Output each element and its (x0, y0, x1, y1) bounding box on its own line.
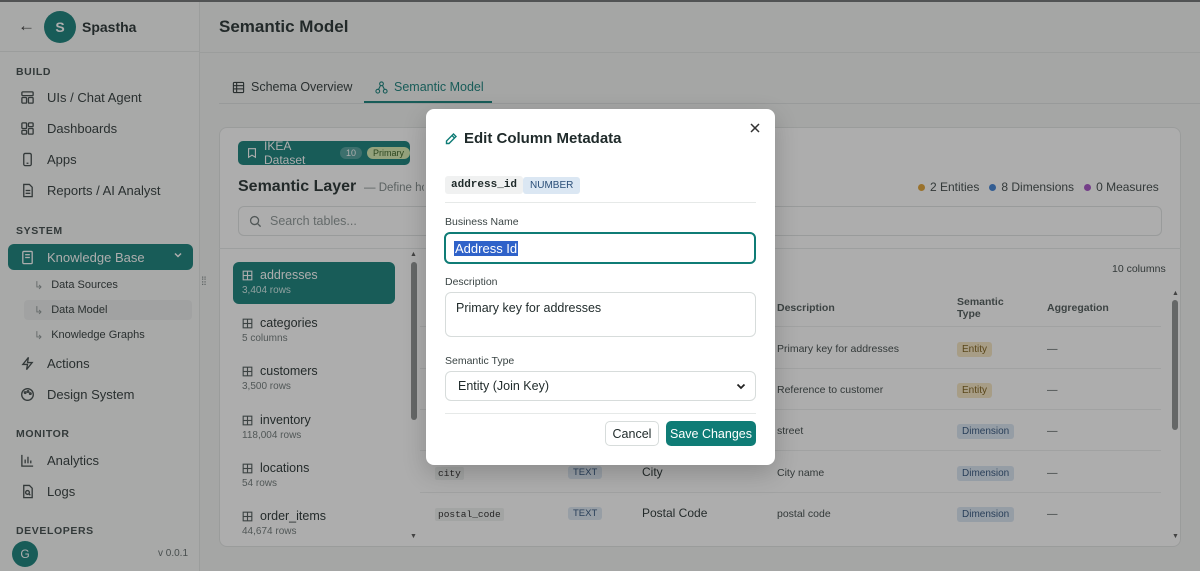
pencil-icon (444, 132, 458, 146)
column-name-badge: address_id (445, 176, 524, 194)
chevron-down-icon (735, 380, 747, 392)
close-icon[interactable] (749, 121, 761, 137)
description-textarea[interactable]: Primary key for addresses (445, 292, 756, 337)
business-name-label: Business Name (445, 216, 519, 228)
column-type-badge: NUMBER (523, 177, 581, 194)
modal-title: Edit Column Metadata (444, 130, 622, 147)
modal-divider (445, 202, 756, 203)
save-changes-button[interactable]: Save Changes (666, 421, 756, 446)
semantic-type-value: Entity (Join Key) (458, 379, 550, 393)
business-name-input[interactable]: Address Id (444, 232, 756, 264)
cancel-button[interactable]: Cancel (605, 421, 659, 446)
semantic-type-select[interactable]: Entity (Join Key) (445, 371, 756, 401)
semantic-type-label: Semantic Type (445, 355, 515, 367)
description-label: Description (445, 276, 498, 288)
edit-column-modal: Edit Column Metadata address_id NUMBER B… (426, 109, 775, 465)
modal-divider (445, 413, 756, 414)
business-name-value: Address Id (454, 240, 519, 256)
